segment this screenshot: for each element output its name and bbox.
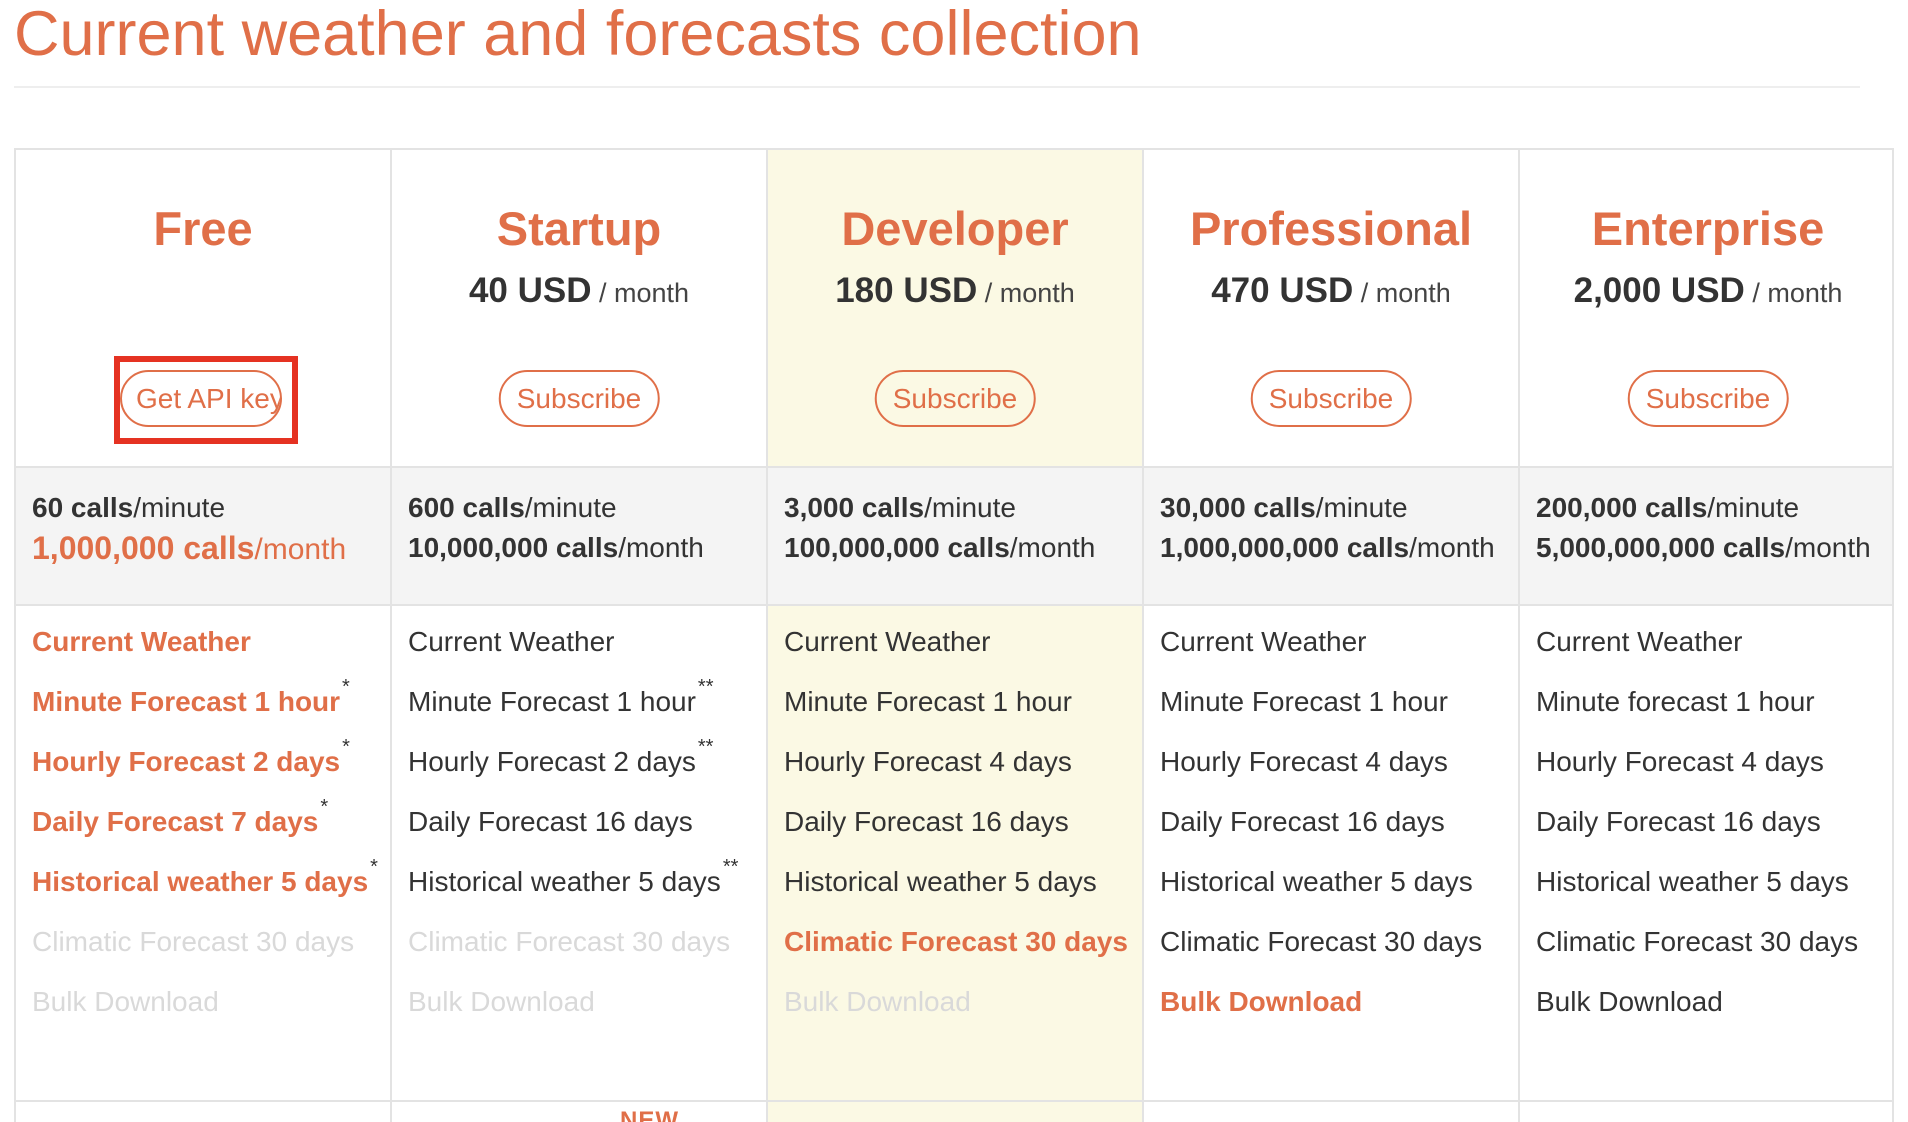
feature-item: Current Weather xyxy=(784,626,991,657)
feature-item: Daily Forecast 16 days xyxy=(1536,806,1821,837)
feature-item: Bulk Download xyxy=(1536,986,1723,1017)
plan-features: Current Weather Minute Forecast 1 hour H… xyxy=(768,606,1142,1122)
feature-item: Hourly Forecast 4 days xyxy=(1160,746,1448,777)
plan-header: Free Get API key xyxy=(16,150,390,466)
subscribe-button[interactable]: Subscribe xyxy=(874,370,1036,427)
pricing-table: Free Get API key 60 calls/minute 1,000,0… xyxy=(14,148,1894,1122)
limit-per-month: 10,000,000 calls/month xyxy=(408,532,704,563)
feature-item: Current Weather xyxy=(32,626,251,657)
feature-item: Minute Forecast 1 hour xyxy=(1160,686,1448,717)
plan-limits: 3,000 calls/minute 100,000,000 calls/mon… xyxy=(768,466,1142,606)
feature-item: Historical weather 5 days xyxy=(1536,866,1849,897)
feature-item: Daily Forecast 7 days * xyxy=(32,796,329,837)
feature-item: Climatic Forecast 30 days xyxy=(1160,926,1483,957)
feature-item: Historical weather 5 days ** xyxy=(408,856,739,897)
limit-per-minute: 30,000 calls/minute xyxy=(1160,492,1408,523)
feature-item: Bulk Download xyxy=(784,986,971,1017)
get-api-key-button[interactable]: Get API key xyxy=(120,370,282,427)
title-divider xyxy=(14,86,1860,88)
limit-per-month: 1,000,000,000 calls/month xyxy=(1160,532,1495,563)
feature-item: Daily Forecast 16 days xyxy=(784,806,1069,837)
plan-features: Current Weather Minute Forecast 1 hour H… xyxy=(1144,606,1518,1122)
feature-item: Hourly Forecast 4 days xyxy=(784,746,1072,777)
feature-item: Minute Forecast 1 hour xyxy=(784,686,1072,717)
plan-limits: 200,000 calls/minute 5,000,000,000 calls… xyxy=(1520,466,1892,606)
plan-column-startup: Startup 40 USD / month Subscribe 600 cal… xyxy=(392,150,768,1122)
feature-item: Bulk Download xyxy=(32,986,219,1017)
feature-item: Climatic Forecast 30 days xyxy=(1536,926,1859,957)
plan-price: 470 USD / month xyxy=(1211,271,1451,310)
plan-features: Current Weather Minute forecast 1 hour H… xyxy=(1520,606,1892,1122)
feature-item: Climatic Forecast 30 days xyxy=(32,926,355,957)
feature-item: Daily Forecast 16 days xyxy=(1160,806,1445,837)
plan-name: Startup xyxy=(496,202,662,255)
table-footer xyxy=(14,1100,1894,1122)
limit-per-minute: 60 calls/minute xyxy=(32,492,226,523)
limit-per-month: 100,000,000 calls/month xyxy=(784,532,1096,563)
plan-features: Current Weather Minute Forecast 1 hour * … xyxy=(16,606,390,1122)
subscribe-button[interactable]: Subscribe xyxy=(1627,370,1789,427)
feature-item: Historical weather 5 days xyxy=(784,866,1097,897)
feature-item: Climatic Forecast 30 days xyxy=(408,926,731,957)
subscribe-button[interactable]: Subscribe xyxy=(1250,370,1412,427)
plan-limits: 600 calls/minute 10,000,000 calls/month xyxy=(392,466,766,606)
plan-header: Startup 40 USD / month Subscribe xyxy=(392,150,766,466)
limit-per-minute: 200,000 calls/minute xyxy=(1536,492,1800,523)
feature-item: Daily Forecast 16 days xyxy=(408,806,693,837)
plan-name: Professional xyxy=(1189,202,1473,255)
plan-name: Free xyxy=(153,202,253,255)
limit-per-month: 5,000,000,000 calls/month xyxy=(1536,532,1871,563)
plan-features: Current Weather Minute Forecast 1 hour **… xyxy=(392,606,766,1122)
limit-per-minute: 600 calls/minute xyxy=(408,492,617,523)
plan-header: Developer 180 USD / month Subscribe xyxy=(768,150,1142,466)
feature-item: Bulk Download xyxy=(1160,986,1363,1017)
plan-limits: 30,000 calls/minute 1,000,000,000 calls/… xyxy=(1144,466,1518,606)
feature-item: Hourly Forecast 2 days * xyxy=(32,736,350,777)
plan-name: Developer xyxy=(841,202,1069,255)
plan-limits: 60 calls/minute 1,000,000 calls/month xyxy=(16,466,390,606)
plan-price: 2,000 USD / month xyxy=(1573,271,1843,310)
new-badge: NEW xyxy=(620,1107,679,1122)
plan-header: Professional 470 USD / month Subscribe xyxy=(1144,150,1518,466)
plan-column-professional: Professional 470 USD / month Subscribe 3… xyxy=(1144,150,1520,1122)
feature-item: Current Weather xyxy=(1536,626,1743,657)
feature-item: Bulk Download xyxy=(408,986,595,1017)
plan-column-free: Free Get API key 60 calls/minute 1,000,0… xyxy=(16,150,392,1122)
feature-item: Current Weather xyxy=(1160,626,1367,657)
feature-item: Hourly Forecast 4 days xyxy=(1536,746,1824,777)
feature-item: Hourly Forecast 2 days ** xyxy=(408,736,714,777)
limit-per-minute: 3,000 calls/minute xyxy=(784,492,1016,523)
feature-item: Current Weather xyxy=(408,626,615,657)
feature-item: Minute forecast 1 hour xyxy=(1536,686,1815,717)
feature-item: Historical weather 5 days * xyxy=(32,856,378,897)
feature-item: Historical weather 5 days xyxy=(1160,866,1473,897)
feature-item: Climatic Forecast 30 days xyxy=(784,926,1128,957)
plan-name: Enterprise xyxy=(1591,202,1825,255)
plan-price: 40 USD / month xyxy=(468,271,690,310)
plan-column-enterprise: Enterprise 2,000 USD / month Subscribe 2… xyxy=(1520,150,1892,1122)
page-title: Current weather and forecasts collection xyxy=(14,0,1142,69)
feature-item: Minute Forecast 1 hour ** xyxy=(408,676,714,717)
plan-column-developer: Developer 180 USD / month Subscribe 3,00… xyxy=(768,150,1144,1122)
feature-item: Minute Forecast 1 hour * xyxy=(32,676,350,717)
subscribe-button[interactable]: Subscribe xyxy=(498,370,660,427)
plan-price: 180 USD / month xyxy=(835,271,1075,310)
limit-per-month: 1,000,000 calls/month xyxy=(32,530,347,566)
plan-header: Enterprise 2,000 USD / month Subscribe xyxy=(1520,150,1892,466)
